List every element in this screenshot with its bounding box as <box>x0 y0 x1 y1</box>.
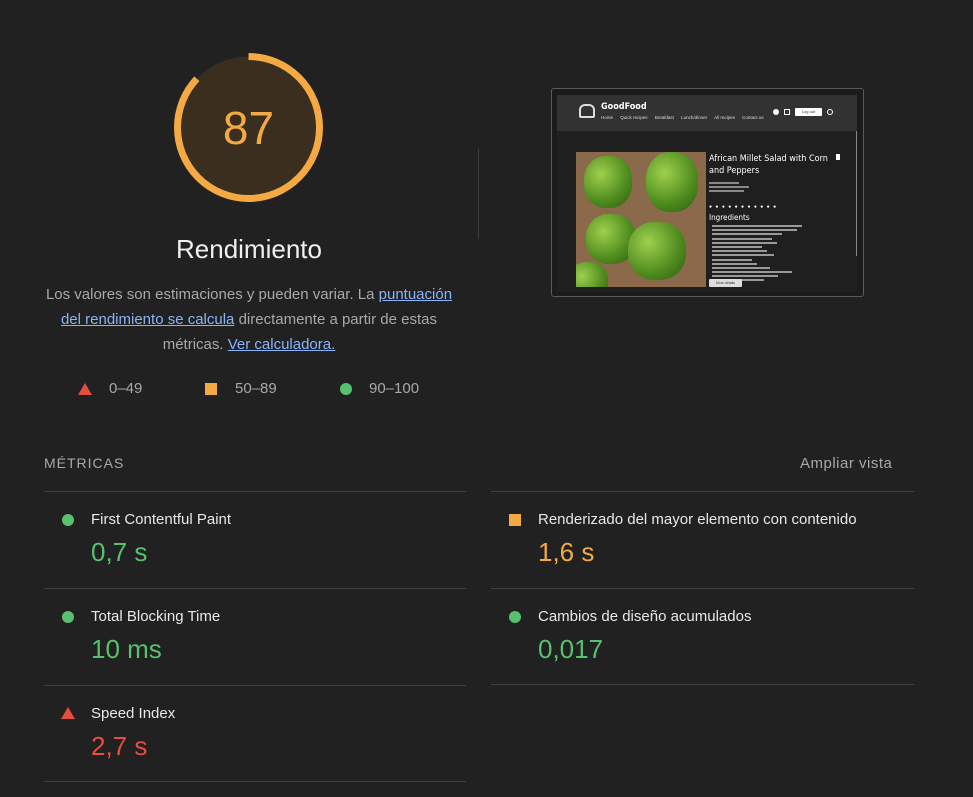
final-screenshot[interactable]: GoodFood Home Quick recipes Breakfast Lu… <box>551 88 864 297</box>
metric-first-contentful-paint: First Contentful Paint 0,7 s <box>44 492 466 588</box>
screenshot-navbar: GoodFood Home Quick recipes Breakfast Lu… <box>557 95 857 131</box>
score-value: 87 <box>222 101 275 154</box>
screenshot-nav-links: Home Quick recipes Breakfast Lunch/dinne… <box>601 115 770 120</box>
legend-item-good: 90–100 <box>340 380 419 397</box>
gear-icon <box>827 109 833 115</box>
metrics-header: MÉTRICAS <box>44 455 125 471</box>
legend-item-poor: 0–49 <box>78 380 142 397</box>
metric-label: First Contentful Paint <box>91 511 232 528</box>
chef-hat-icon <box>579 104 595 118</box>
metric-value: 0,017 <box>538 634 604 664</box>
screenshot-page: GoodFood Home Quick recipes Breakfast Lu… <box>557 95 857 292</box>
screenshot-ingredients-list <box>712 225 812 284</box>
edit-icon <box>784 109 790 115</box>
average-square-icon <box>509 514 521 526</box>
screenshot-brand: GoodFood <box>601 102 647 112</box>
screenshot-recipe-meta <box>709 182 769 192</box>
expand-view-toggle[interactable]: Ampliar vista <box>800 455 892 472</box>
bookmark-icon <box>836 154 840 160</box>
screenshot-nav-link: Home <box>601 115 614 120</box>
user-icon <box>773 109 779 115</box>
metric-speed-index: Speed Index 2,7 s <box>44 686 466 782</box>
metric-label: Total Blocking Time <box>91 608 221 625</box>
screenshot-nav-link: All recipes <box>714 115 735 120</box>
peppers-image <box>576 152 706 287</box>
screenshot-diet-icons: ● ● ● ● ● ● ● ● ● ● ● <box>709 204 778 210</box>
metric-label: Cambios de diseño acumulados <box>538 608 752 625</box>
triangle-icon <box>78 382 92 395</box>
pass-circle-icon <box>62 514 74 526</box>
divider <box>44 781 466 782</box>
metric-value: 2,7 s <box>91 731 148 761</box>
metric-largest-contentful-paint: Renderizado del mayor elemento con conte… <box>491 492 913 588</box>
screenshot-ingredients-title: Ingredients <box>709 213 750 222</box>
pass-circle-icon <box>62 611 74 623</box>
square-icon <box>205 382 217 395</box>
screenshot-content: African Millet Salad with Corn and Peppe… <box>557 131 857 292</box>
metric-cumulative-layout-shift: Cambios de diseño acumulados 0,017 <box>491 589 913 685</box>
fail-triangle-icon <box>61 707 75 719</box>
screenshot-nav-link: Breakfast <box>654 115 674 120</box>
score-description: Los valores son estimaciones y pueden va… <box>40 282 458 357</box>
screenshot-nav-link: Contact us <box>742 115 764 120</box>
vertical-divider <box>478 149 479 239</box>
legend-label: 0–49 <box>109 380 143 397</box>
metric-total-blocking-time: Total Blocking Time 10 ms <box>44 589 466 685</box>
metric-label: Renderizado del mayor elemento con conte… <box>538 511 857 528</box>
legend-label: 50–89 <box>235 380 277 397</box>
metric-value: 1,6 s <box>538 537 595 567</box>
screenshot-more-button: More details <box>709 279 742 287</box>
metric-label: Speed Index <box>91 705 176 722</box>
score-legend: 0–49 50–89 90–100 <box>0 380 500 400</box>
category-title: Rendimiento <box>176 234 322 264</box>
legend-label: 90–100 <box>369 380 420 397</box>
performance-score-gauge: 87 <box>172 51 325 204</box>
screenshot-nav-link: Quick recipes <box>620 115 648 120</box>
metric-value: 0,7 s <box>91 537 148 567</box>
legend-item-average: 50–89 <box>205 380 277 397</box>
divider <box>491 684 914 685</box>
screenshot-login-button: Log out <box>795 108 822 116</box>
circle-icon <box>340 382 352 395</box>
description-text: Los valores son estimaciones y pueden va… <box>45 286 379 303</box>
calculator-link[interactable]: Ver calculadora. <box>228 336 336 353</box>
pass-circle-icon <box>509 611 521 623</box>
screenshot-nav-link: Lunch/dinner <box>681 115 708 120</box>
screenshot-scrollbar <box>856 131 857 256</box>
metric-value: 10 ms <box>91 634 162 664</box>
screenshot-recipe-title: African Millet Salad with Corn and Peppe… <box>709 154 828 176</box>
